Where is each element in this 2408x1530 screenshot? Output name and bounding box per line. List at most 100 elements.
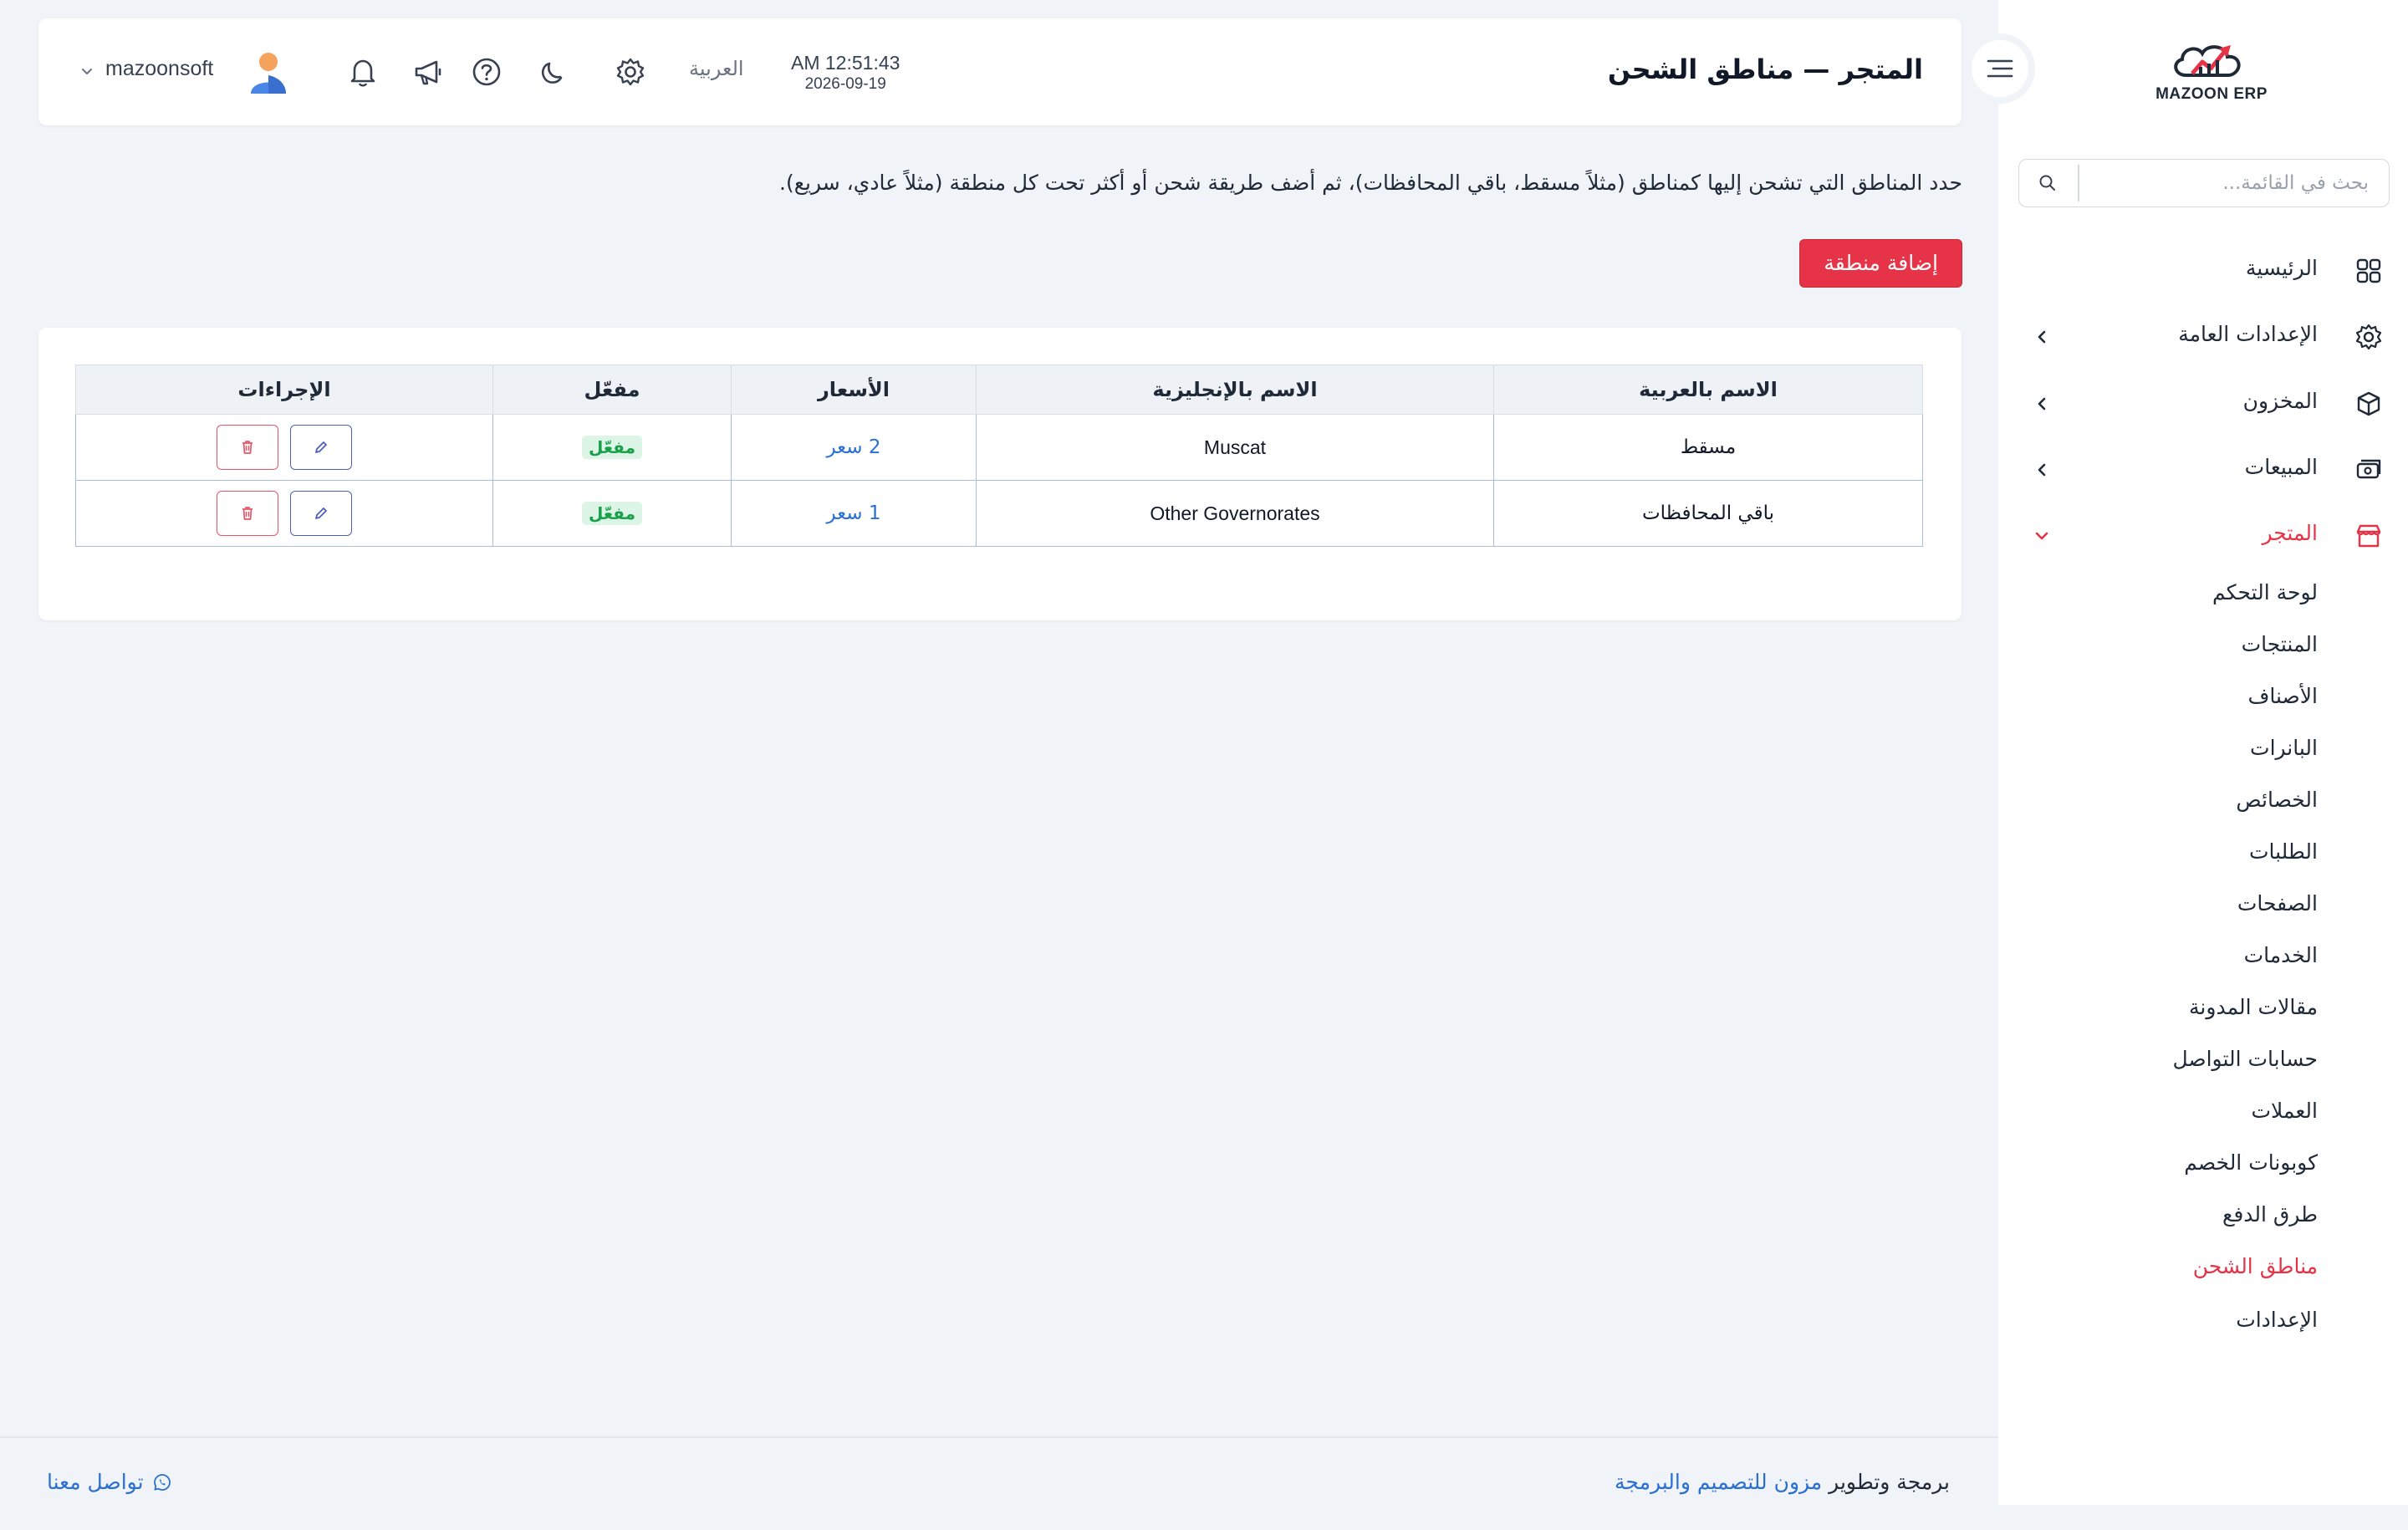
cell-prices: 2 سعر [731,414,977,481]
logo[interactable]: MAZOON ERP [2149,37,2274,112]
sidebar-subitem-dashboard[interactable]: لوحة التحكم [2212,580,2318,604]
status-badge: مفعّل [582,436,642,459]
cloud-logo-icon [2174,45,2241,77]
chevron-left-icon [2038,330,2046,344]
cell-name-ar: مسقط [1493,414,1923,481]
cell-enabled: مفعّل [492,414,732,481]
sidebar-subitem-products[interactable]: المنتجات [2242,632,2318,656]
clock-date: 2026-09-19 [804,75,886,93]
whatsapp-icon [153,1474,171,1491]
gear-icon [2355,324,2382,350]
sidebar-subitem-currencies[interactable]: العملات [2251,1099,2318,1123]
sidebar-subitem-settings[interactable]: الإعدادات [2236,1308,2318,1332]
search-icon[interactable] [2038,173,2058,193]
sidebar-subitem-social-accounts[interactable]: حسابات التواصل [2172,1047,2318,1071]
box-icon [2357,391,2380,416]
chevron-left-icon [2038,463,2046,477]
sidebar-item-general-settings[interactable]: الإعدادات العامة [1998,310,2408,360]
pencil-icon [314,507,327,519]
cell-actions [75,414,493,481]
sidebar-item-inventory[interactable]: المخزون [1998,377,2408,427]
sidebar-subitem-categories[interactable]: الأصناف [2247,684,2318,708]
footer-divider [0,1436,1998,1438]
footer-credit: برمجة وتطوير مزون للتصميم والبرمجة [1615,1470,1950,1494]
contact-link[interactable]: تواصل معنا [47,1470,172,1494]
grid-icon [2356,258,2381,283]
sidebar-subitem-pages[interactable]: الصفحات [2237,891,2318,915]
column-header-name-en: الاسم بالإنجليزية [976,365,1494,415]
column-header-name-ar: الاسم بالعربية [1493,365,1923,415]
menu-lines-icon [1987,59,2013,78]
cell-name-ar: باقي المحافظات [1493,480,1923,547]
cell-enabled: مفعّل [492,480,732,547]
sidebar-subitem-services[interactable]: الخدمات [2244,943,2318,967]
cell-prices: 1 سعر [731,480,977,547]
add-zone-button[interactable]: إضافة منطقة [1799,239,1962,288]
sidebar-subitem-payment-methods[interactable]: طرق الدفع [2222,1202,2318,1227]
sidebar-item-label: الإعدادات العامة [2178,322,2318,346]
column-header-enabled: مفعّل [492,365,732,415]
chevron-down-icon[interactable] [80,65,94,79]
trash-icon [242,507,253,520]
page-description: حدد المناطق التي تشحن إليها كمناطق (مثلا… [779,171,1962,195]
contact-label: تواصل معنا [47,1470,144,1494]
column-header-actions: الإجراءات [75,365,493,415]
sidebar-subitem-orders[interactable]: الطلبات [2249,839,2318,864]
delete-button[interactable] [217,491,279,536]
sidebar-search-input[interactable] [2079,160,2389,206]
cell-actions [75,480,493,547]
language-switch[interactable]: العربية [689,57,744,80]
footer-credit-link[interactable]: مزون للتصميم والبرمجة [1615,1470,1822,1494]
logo-text: MAZOON ERP [2155,85,2268,103]
top-header: المتجر — مناطق الشحن AM 12:51:43 2026-09… [38,18,1962,125]
sidebar: MAZOON ERP الرئيسية الإعدادات العامة [1998,0,2408,1505]
sidebar-item-store[interactable]: المتجر [1998,509,2408,559]
sidebar-subitem-shipping-zones[interactable]: مناطق الشحن [2193,1254,2318,1278]
zones-table: الاسم بالعربية الاسم بالإنجليزية الأسعار… [75,365,1923,547]
search-separator [2078,165,2079,201]
avatar[interactable] [247,50,289,94]
sidebar-toggle-button[interactable] [1965,33,2035,104]
sidebar-toggle-inner [1972,40,2028,97]
sidebar-subitem-coupons[interactable]: كوبونات الخصم [2184,1150,2318,1175]
sidebar-item-label: الرئيسية [2245,256,2318,280]
sidebar-subitem-attributes[interactable]: الخصائص [2236,788,2318,812]
zones-card: الاسم بالعربية الاسم بالإنجليزية الأسعار… [38,328,1962,620]
username[interactable]: mazoonsoft [105,57,213,81]
sidebar-item-home[interactable]: الرئيسية [1998,244,2408,294]
edit-button[interactable] [289,425,352,470]
megaphone-icon[interactable] [411,55,445,89]
prices-link[interactable]: 1 سعر [826,502,880,524]
sidebar-item-label: المبيعات [2244,455,2318,479]
store-icon [2356,524,2381,548]
table-row: مسقط Muscat 2 سعر مفعّل [75,414,1923,481]
clock: AM 12:51:43 2026-09-19 [791,52,900,94]
trash-icon [242,441,253,454]
chevron-left-icon [2038,397,2046,411]
cash-icon [2356,459,2381,479]
gear-icon[interactable] [614,55,647,89]
cell-name-en: Muscat [976,414,1494,481]
pencil-icon [314,441,327,453]
table-row: باقي المحافظات Other Governorates 1 سعر … [75,480,1923,547]
moon-icon[interactable] [537,55,570,89]
edit-button[interactable] [289,491,352,536]
sidebar-item-label: المتجر [2262,521,2319,545]
page-title: المتجر — مناطق الشحن [1607,54,1923,85]
sidebar-search [2018,159,2390,207]
sidebar-subitem-blog-posts[interactable]: مقالات المدونة [2189,995,2318,1019]
cell-name-en: Other Governorates [976,480,1494,547]
sidebar-item-label: المخزون [2242,389,2318,413]
footer-credit-prefix: برمجة وتطوير [1829,1470,1950,1494]
table-header-row: الاسم بالعربية الاسم بالإنجليزية الأسعار… [75,365,1923,415]
prices-link[interactable]: 2 سعر [826,436,880,458]
bell-icon[interactable] [346,55,380,89]
clock-time: AM 12:51:43 [791,52,900,74]
help-icon[interactable] [470,55,503,89]
sidebar-item-sales[interactable]: المبيعات [1998,443,2408,493]
status-badge: مفعّل [582,502,642,525]
sidebar-subitem-banners[interactable]: البانرات [2250,736,2318,760]
column-header-prices: الأسعار [731,365,977,415]
delete-button[interactable] [217,425,279,470]
chevron-down-icon [2035,532,2048,540]
